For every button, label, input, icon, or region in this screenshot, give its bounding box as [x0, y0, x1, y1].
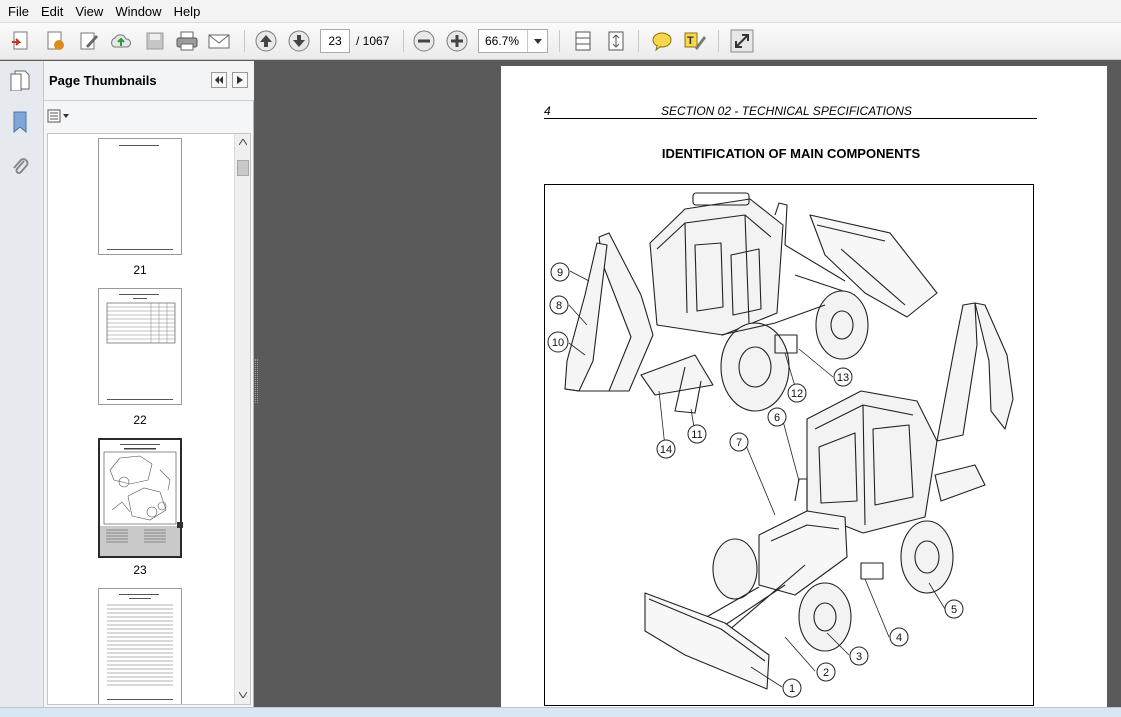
callout-label-12: 12 — [791, 388, 803, 400]
thumbnail-page-24[interactable] — [98, 588, 182, 704]
scroll-up-icon[interactable] — [239, 139, 247, 145]
collapse-panel-icon[interactable] — [211, 72, 227, 88]
splitter-grip[interactable] — [255, 359, 258, 403]
page-number-input[interactable]: 23 — [320, 29, 350, 53]
convert-pdf-icon[interactable] — [42, 28, 68, 54]
zoom-select[interactable]: 66.7% — [478, 29, 548, 53]
thumbnail-page-23[interactable] — [98, 438, 183, 558]
callout-label-1: 1 — [789, 683, 795, 695]
callout-label-8: 8 — [556, 300, 562, 312]
callout-label-7: 7 — [736, 437, 742, 449]
menu-file[interactable]: File — [0, 0, 35, 23]
page-number: 4 — [544, 104, 551, 118]
thumbnail-view-marker[interactable] — [177, 522, 183, 528]
zoom-value: 66.7% — [485, 34, 520, 48]
toolbar-separator — [718, 30, 719, 52]
thumbnail-list[interactable]: 21 22 23 — [47, 133, 251, 705]
callout-label-14: 14 — [660, 444, 672, 456]
callout-label-3: 3 — [856, 651, 862, 663]
print-icon[interactable] — [174, 28, 200, 54]
page-thumbnails-icon[interactable] — [8, 67, 32, 93]
scrolling-mode-icon[interactable] — [570, 28, 596, 54]
zoom-out-icon[interactable] — [411, 28, 437, 54]
fit-page-icon[interactable] — [603, 28, 629, 54]
thumbnail-page-22[interactable] — [98, 288, 182, 405]
callout-label-9: 9 — [557, 267, 563, 279]
edit-pdf-icon[interactable] — [76, 28, 102, 54]
document-view[interactable]: 4 SECTION 02 - TECHNICAL SPECIFICATIONS … — [254, 61, 1121, 717]
pdf-page: 4 SECTION 02 - TECHNICAL SPECIFICATIONS … — [501, 66, 1107, 717]
toolbar-separator — [403, 30, 404, 52]
callout-label-2: 2 — [823, 667, 829, 679]
header-rule — [544, 118, 1037, 119]
next-page-icon[interactable] — [286, 28, 312, 54]
expand-panel-icon[interactable] — [232, 72, 248, 88]
menu-bar: File Edit View Window Help — [0, 0, 1121, 23]
callout-label-10: 10 — [552, 337, 564, 349]
email-icon[interactable] — [206, 28, 232, 54]
callout-label-11: 11 — [691, 429, 702, 441]
options-menu-button[interactable] — [47, 107, 73, 125]
callout-label-5: 5 — [951, 604, 957, 616]
menu-help[interactable]: Help — [168, 0, 207, 23]
toolbar-separator — [244, 30, 245, 52]
save-icon[interactable] — [142, 28, 168, 54]
comment-icon[interactable] — [649, 28, 675, 54]
backhoe-loader-illustration: 1 2 3 4 5 6 7 8 9 10 11 12 13 14 — [544, 184, 1034, 706]
section-header: SECTION 02 - TECHNICAL SPECIFICATIONS — [661, 104, 912, 118]
panel-title: Page Thumbnails — [49, 73, 157, 88]
taskbar-edge — [0, 707, 1121, 717]
scrollbar-thumb[interactable] — [237, 160, 249, 176]
page-total-label: / 1067 — [356, 34, 390, 48]
page-title: IDENTIFICATION OF MAIN COMPONENTS — [661, 146, 921, 161]
toolbar: 23 / 1067 66.7% T — [0, 23, 1121, 60]
chevron-down-icon[interactable] — [527, 30, 547, 52]
create-pdf-icon[interactable] — [8, 28, 34, 54]
callout-label-4: 4 — [896, 632, 902, 644]
toolbar-separator — [638, 30, 639, 52]
menu-view[interactable]: View — [69, 0, 109, 23]
scroll-down-icon[interactable] — [239, 692, 247, 698]
menu-edit[interactable]: Edit — [35, 0, 69, 23]
thumbnails-panel: Page Thumbnails 21 22 23 — [44, 61, 258, 707]
thumbnail-label: 22 — [133, 413, 147, 427]
panel-header: Page Thumbnails — [44, 61, 254, 101]
thumbnail-label: 23 — [133, 563, 147, 577]
menu-window[interactable]: Window — [109, 0, 167, 23]
upload-cloud-icon[interactable] — [108, 28, 134, 54]
highlight-text-icon[interactable]: T — [682, 28, 708, 54]
full-screen-icon[interactable] — [729, 28, 755, 54]
svg-text:T: T — [687, 35, 694, 47]
thumbnail-label: 21 — [133, 263, 147, 277]
thumbnail-page-21[interactable] — [98, 138, 182, 255]
thumbnail-scrollbar[interactable] — [234, 134, 250, 704]
callout-label-6: 6 — [774, 412, 780, 424]
navigation-pane-strip — [0, 61, 44, 707]
toolbar-separator — [559, 30, 560, 52]
attachments-icon[interactable] — [8, 153, 32, 179]
previous-page-icon[interactable] — [253, 28, 279, 54]
zoom-in-icon[interactable] — [444, 28, 470, 54]
bookmarks-icon[interactable] — [8, 109, 32, 135]
callout-label-13: 13 — [837, 372, 849, 384]
